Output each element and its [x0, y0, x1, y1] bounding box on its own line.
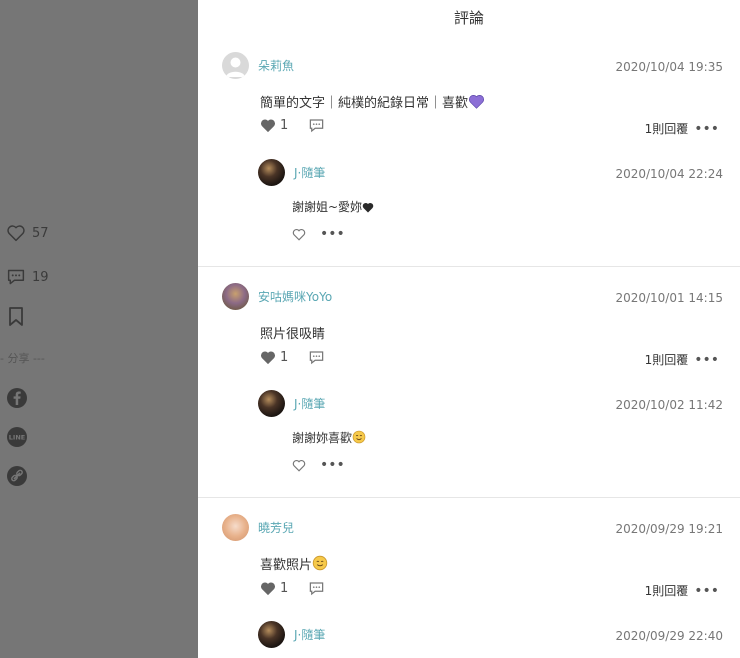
comment-time: 2020/09/29 19:21 [615, 522, 723, 536]
comment-header: 曉芳兒 [222, 514, 294, 541]
reply-time: 2020/10/04 22:24 [615, 167, 723, 181]
comment-text-body: 簡單的文字｜純樸的紀錄日常｜喜歡 [260, 96, 469, 111]
more-options-icon[interactable]: ••• [320, 227, 345, 241]
comment-like-count: 1 [280, 118, 289, 133]
reply-count-label: 1則回覆 [644, 584, 689, 598]
comment-text: 簡單的文字｜純樸的紀錄日常｜喜歡 [260, 92, 485, 111]
svg-text:LINE: LINE [9, 434, 25, 442]
comment-text: 喜歡照片 [260, 554, 328, 573]
side-action-rail: 57 19 - 分享 --- LINE [0, 0, 198, 658]
comment-like-count: 1 [280, 581, 289, 596]
comment-time: 2020/10/01 14:15 [615, 291, 723, 305]
reply-bubble-icon[interactable] [308, 350, 325, 365]
reply-actions: ••• [292, 227, 345, 241]
heart-outline-icon[interactable] [292, 459, 306, 472]
reply-header: J·隨筆 [258, 621, 325, 648]
copy-link-button[interactable] [6, 465, 28, 487]
comment-text: 照片很吸睛 [260, 323, 325, 342]
reply-count-label: 1則回覆 [644, 122, 689, 136]
reply-username[interactable]: J·隨筆 [294, 164, 325, 181]
black-heart-icon [362, 202, 374, 213]
reply-count-label: 1則回覆 [644, 353, 689, 367]
comment-time: 2020/10/04 19:35 [615, 60, 723, 74]
link-icon [7, 466, 27, 486]
comment-actions: 1 [260, 581, 325, 596]
like-action[interactable]: 57 [6, 224, 49, 242]
facebook-share-button[interactable] [6, 387, 28, 409]
reply-text: 謝謝姐~愛妳 [292, 198, 374, 215]
heart-icon [7, 225, 25, 242]
panel-title: 評論 [453, 9, 484, 27]
facebook-icon [7, 388, 27, 408]
avatar[interactable] [258, 390, 285, 417]
comment-username[interactable]: 朵莉魚 [258, 57, 294, 74]
comment-username[interactable]: 曉芳兒 [258, 519, 294, 536]
comment-action[interactable]: 19 [6, 268, 49, 286]
reply-header: J·隨筆 [258, 159, 325, 186]
reply-time: 2020/09/29 22:40 [615, 629, 723, 643]
heart-filled-icon[interactable] [260, 581, 276, 596]
reply-count-toggle[interactable]: 1則回覆 ••• [645, 582, 719, 599]
avatar[interactable] [222, 52, 249, 79]
share-label: - 分享 --- [0, 352, 45, 365]
bookmark-icon [9, 307, 23, 326]
avatar[interactable] [258, 159, 285, 186]
more-options-icon[interactable]: ••• [694, 353, 719, 367]
smile-emoji-icon [352, 430, 366, 444]
avatar[interactable] [258, 621, 285, 648]
comment-header: 安咕媽咪YoYo [222, 283, 332, 310]
reply-count-toggle[interactable]: 1則回覆 ••• [645, 120, 719, 137]
heart-filled-icon[interactable] [260, 350, 276, 365]
reply-bubble-icon[interactable] [308, 118, 325, 133]
comment-text-body: 喜歡照片 [260, 558, 313, 573]
avatar[interactable] [222, 283, 249, 310]
comment-divider [198, 497, 740, 498]
comment-count: 19 [32, 269, 49, 285]
comment-actions: 1 [260, 118, 325, 133]
reply-bubble-icon[interactable] [308, 581, 325, 596]
comments-panel: 評論 朵莉魚 2020/10/04 19:35 簡單的文字｜純樸的紀錄日常｜喜歡… [198, 0, 740, 658]
reply-text-body: 謝謝姐~愛妳 [292, 200, 363, 214]
default-user-icon [226, 57, 245, 77]
comment-actions: 1 [260, 350, 325, 365]
comment-like-count: 1 [280, 350, 289, 365]
smile-emoji-icon [312, 555, 328, 571]
comment-divider [198, 266, 740, 267]
more-options-icon[interactable]: ••• [694, 122, 719, 136]
reply-text: 謝謝妳喜歡 [292, 429, 366, 446]
reply-count-toggle[interactable]: 1則回覆 ••• [645, 351, 719, 368]
reply-username[interactable]: J·隨筆 [294, 626, 325, 643]
reply-text-body: 謝謝妳喜歡 [292, 431, 353, 445]
line-share-button[interactable]: LINE [6, 426, 28, 448]
comment-bubble-icon [7, 269, 25, 285]
reply-username[interactable]: J·隨筆 [294, 395, 325, 412]
reply-header: J·隨筆 [258, 390, 325, 417]
bookmark-action[interactable] [8, 307, 24, 327]
heart-filled-icon[interactable] [260, 118, 276, 133]
reply-actions: ••• [292, 458, 345, 472]
reply-time: 2020/10/02 11:42 [615, 398, 723, 412]
purple-heart-icon [469, 95, 485, 109]
more-options-icon[interactable]: ••• [694, 584, 719, 598]
comment-text-body: 照片很吸睛 [260, 327, 326, 342]
line-icon: LINE [7, 427, 27, 447]
heart-outline-icon[interactable] [292, 228, 306, 241]
comment-username[interactable]: 安咕媽咪YoYo [258, 288, 332, 305]
avatar[interactable] [222, 514, 249, 541]
comment-header: 朵莉魚 [222, 52, 294, 79]
like-count: 57 [32, 225, 49, 241]
more-options-icon[interactable]: ••• [320, 458, 345, 472]
